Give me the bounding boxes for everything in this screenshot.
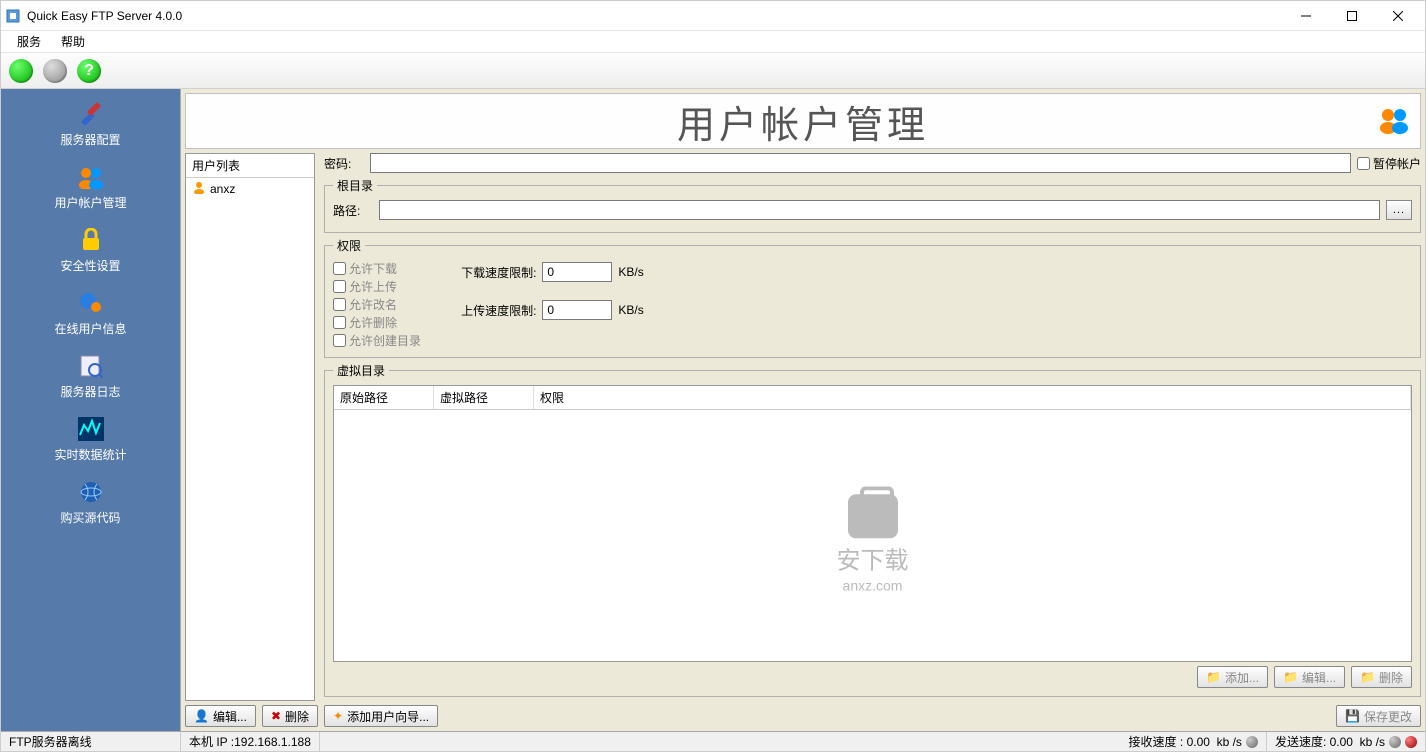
ul-speed-input[interactable] — [542, 300, 612, 320]
stats-icon — [76, 416, 106, 442]
sidebar-item-user-accounts[interactable]: 用户帐户管理 — [1, 160, 180, 217]
status-ip: 本机 IP :192.168.1.188 — [181, 732, 320, 751]
vdir-col-virtual: 虚拟路径 — [434, 386, 534, 409]
sidebar-label: 安全性设置 — [60, 257, 120, 274]
user-icon — [192, 180, 206, 197]
delete-icon: ✖ — [271, 709, 281, 723]
watermark: 安下载 anxz.com — [837, 494, 909, 593]
lock-icon — [76, 227, 106, 253]
folder-edit-icon: 📁 — [1283, 670, 1298, 684]
permissions-group: 权限 允许下载 允许上传 允许改名 允许删除 允许创建目录 下载速度限制: — [324, 237, 1421, 358]
wizard-icon: ✦ — [333, 709, 343, 723]
edit-user-button[interactable]: 👤编辑... — [185, 705, 256, 727]
sidebar-label: 实时数据统计 — [54, 446, 126, 463]
stop-server-button[interactable] — [41, 57, 69, 85]
user-list-title: 用户列表 — [186, 154, 314, 178]
add-user-wizard-button[interactable]: ✦添加用户向导... — [324, 705, 438, 727]
window-title: Quick Easy FTP Server 4.0.0 — [27, 9, 1283, 23]
page-title: 用户帐户管理 — [677, 94, 929, 149]
log-icon — [76, 353, 106, 379]
play-icon — [9, 59, 33, 83]
maximize-button[interactable] — [1329, 1, 1375, 31]
save-icon: 💾 — [1345, 709, 1360, 723]
vdir-delete-button[interactable]: 📁删除 — [1351, 666, 1412, 688]
path-input[interactable] — [379, 200, 1380, 220]
sidebar-label: 用户帐户管理 — [54, 194, 126, 211]
user-edit-icon: 👤 — [194, 709, 209, 723]
sidebar-item-online-users[interactable]: 在线用户信息 — [1, 286, 180, 343]
user-name: anxz — [210, 182, 235, 196]
virtual-dir-group: 虚拟目录 原始路径 虚拟路径 权限 安下载 anxz.com — [324, 362, 1421, 697]
sidebar-item-server-log[interactable]: 服务器日志 — [1, 349, 180, 406]
tools-icon — [76, 101, 106, 127]
status-led-icon — [1405, 736, 1417, 748]
perm-download-checkbox[interactable]: 允许下载 — [333, 260, 421, 277]
status-tx: 发送速度: 0.00 kb /s — [1267, 732, 1425, 751]
sidebar-item-buy-source[interactable]: 购买源代码 — [1, 475, 180, 532]
users-icon — [76, 164, 106, 190]
menu-help[interactable]: 帮助 — [51, 31, 95, 52]
dl-speed-label: 下载速度限制: — [461, 264, 536, 281]
sidebar-item-server-config[interactable]: 服务器配置 — [1, 97, 180, 154]
speed-unit: KB/s — [618, 265, 643, 279]
sidebar-item-statistics[interactable]: 实时数据统计 — [1, 412, 180, 469]
permissions-legend: 权限 — [333, 237, 365, 254]
menu-bar: 服务 帮助 — [1, 31, 1425, 53]
root-dir-legend: 根目录 — [333, 177, 377, 194]
title-bar: Quick Easy FTP Server 4.0.0 — [1, 1, 1425, 31]
menu-service[interactable]: 服务 — [7, 31, 51, 52]
vdir-edit-button[interactable]: 📁编辑... — [1274, 666, 1345, 688]
user-list: 用户列表 anxz — [185, 153, 315, 701]
app-icon — [5, 8, 21, 24]
folder-add-icon: 📁 — [1206, 670, 1221, 684]
user-list-item[interactable]: anxz — [186, 178, 314, 199]
status-server: FTP服务器离线 — [1, 732, 181, 751]
perm-delete-checkbox[interactable]: 允许删除 — [333, 314, 421, 331]
globe-users-icon — [76, 290, 106, 316]
help-button[interactable]: ? — [75, 57, 103, 85]
browse-button[interactable]: ... — [1386, 200, 1412, 220]
globe-icon — [76, 479, 106, 505]
status-rx: 接收速度 : 0.00 kb /s — [1121, 732, 1267, 751]
panel-header: 用户帐户管理 — [185, 93, 1421, 149]
sidebar-item-security[interactable]: 安全性设置 — [1, 223, 180, 280]
folder-delete-icon: 📁 — [1360, 670, 1375, 684]
virtual-dir-table[interactable]: 原始路径 虚拟路径 权限 安下载 anxz.com — [333, 385, 1412, 662]
pause-account-checkbox[interactable]: 暂停帐户 — [1357, 155, 1421, 172]
toolbar: ? — [1, 53, 1425, 89]
save-changes-button[interactable]: 💾保存更改 — [1336, 705, 1421, 727]
root-dir-group: 根目录 路径: ... — [324, 177, 1421, 233]
vdir-col-perm: 权限 — [534, 386, 1411, 409]
sidebar: 服务器配置 用户帐户管理 安全性设置 在线用户信息 服务器日志 实时数据统计 购… — [1, 89, 181, 731]
rx-led-icon — [1246, 736, 1258, 748]
dl-speed-input[interactable] — [542, 262, 612, 282]
perm-mkdir-checkbox[interactable]: 允许创建目录 — [333, 332, 421, 349]
sidebar-label: 购买源代码 — [60, 509, 120, 526]
sidebar-label: 服务器日志 — [60, 383, 120, 400]
users-icon — [1378, 106, 1410, 137]
virtual-dir-legend: 虚拟目录 — [333, 362, 389, 379]
delete-user-button[interactable]: ✖删除 — [262, 705, 318, 727]
main-content: 用户帐户管理 用户列表 anxz 👤编辑... ✖删除 — [181, 89, 1425, 731]
close-button[interactable] — [1375, 1, 1421, 31]
path-label: 路径: — [333, 202, 373, 219]
vdir-col-original: 原始路径 — [334, 386, 434, 409]
password-label: 密码: — [324, 155, 364, 172]
perm-upload-checkbox[interactable]: 允许上传 — [333, 278, 421, 295]
stop-icon — [43, 59, 67, 83]
status-bar: FTP服务器离线 本机 IP :192.168.1.188 接收速度 : 0.0… — [1, 731, 1425, 751]
speed-unit: KB/s — [618, 303, 643, 317]
vdir-add-button[interactable]: 📁添加... — [1197, 666, 1268, 688]
perm-rename-checkbox[interactable]: 允许改名 — [333, 296, 421, 313]
sidebar-label: 服务器配置 — [60, 131, 120, 148]
tx-led-icon — [1389, 736, 1401, 748]
sidebar-label: 在线用户信息 — [54, 320, 126, 337]
start-server-button[interactable] — [7, 57, 35, 85]
minimize-button[interactable] — [1283, 1, 1329, 31]
password-input[interactable] — [370, 153, 1351, 173]
help-icon: ? — [77, 59, 101, 83]
ul-speed-label: 上传速度限制: — [461, 302, 536, 319]
